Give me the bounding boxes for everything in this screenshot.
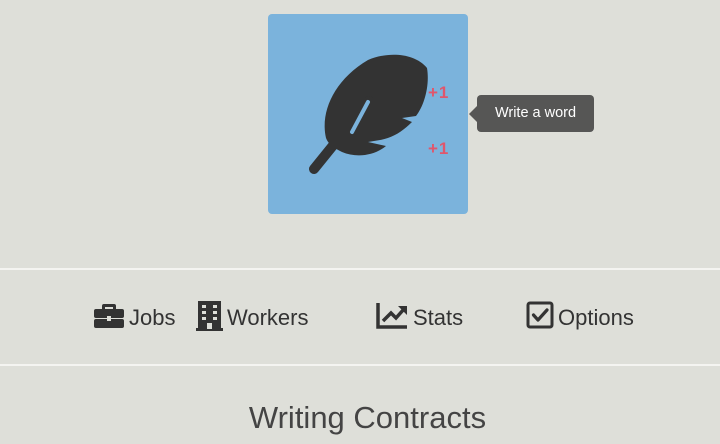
nav-workers-label: Workers — [227, 305, 309, 330]
nav-jobs-label: Jobs — [129, 305, 176, 330]
briefcase-icon — [93, 301, 125, 335]
nav-jobs[interactable]: Jobs — [93, 298, 175, 338]
chart-line-icon — [376, 301, 409, 335]
divider — [0, 268, 720, 270]
section-title: Writing Contracts — [248, 400, 487, 435]
nav-workers[interactable]: Workers — [196, 298, 309, 338]
nav-stats-label: Stats — [413, 305, 464, 330]
tooltip-arrow — [469, 106, 477, 122]
checkbox-icon — [526, 301, 554, 335]
nav-options[interactable]: Options — [526, 298, 634, 338]
nav-bar: Jobs Workers Stats Options — [0, 298, 720, 342]
plus-one-indicator: +1 — [428, 83, 450, 102]
divider — [0, 364, 720, 366]
nav-options-label: Options — [558, 305, 634, 330]
feather-icon — [309, 54, 428, 174]
nav-stats[interactable]: Stats — [376, 298, 463, 338]
game-screen: +1 +1 Write a word Jobs Workers Stats Op… — [0, 0, 720, 444]
write-word-button[interactable]: +1 +1 — [268, 14, 468, 214]
building-icon — [196, 299, 223, 337]
plus-one-indicator: +1 — [428, 139, 450, 158]
write-word-tooltip: Write a word — [477, 95, 594, 132]
